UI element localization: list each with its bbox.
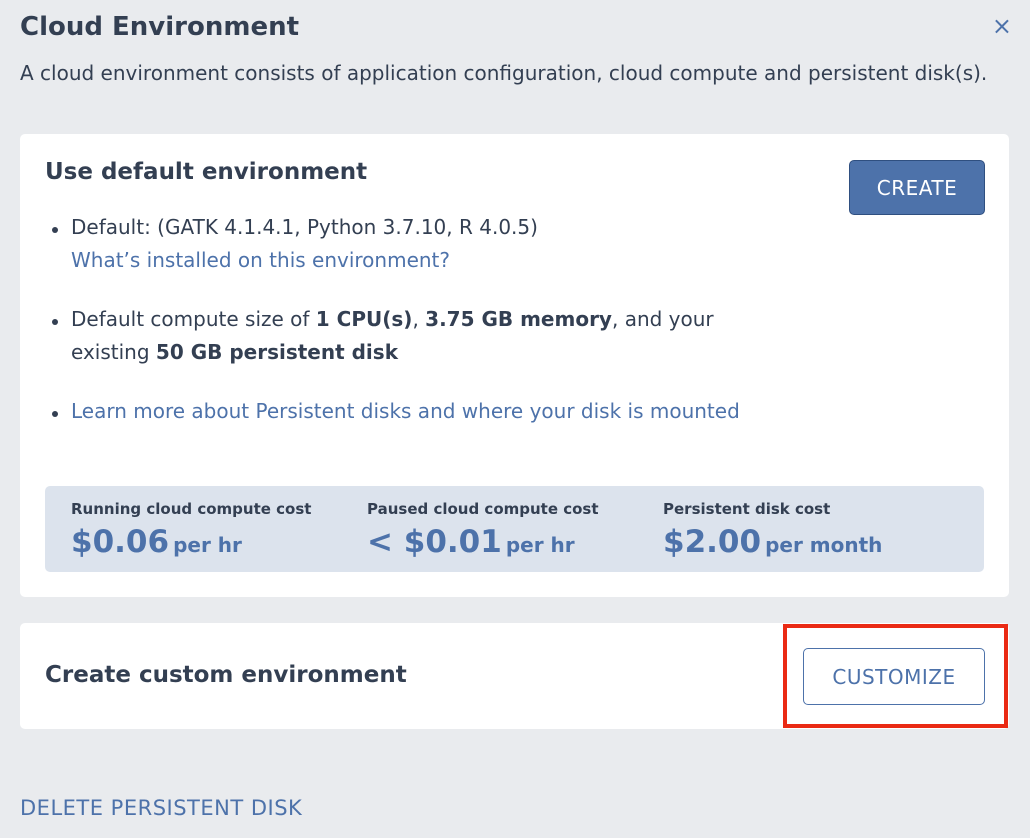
- disk-cost-value: $2.00 per month: [663, 524, 882, 560]
- custom-environment-title: Create custom environment: [45, 662, 407, 688]
- paused-cost-value: < $0.01 per hr: [367, 524, 599, 560]
- default-config-item: Default: (GATK 4.1.4.1, Python 3.7.10, R…: [45, 211, 745, 277]
- paused-cost-amount: < $0.01: [367, 524, 502, 560]
- default-config-text: Default: (GATK 4.1.4.1, Python 3.7.10, R…: [71, 215, 538, 239]
- disk-cost-label: Persistent disk cost: [663, 500, 831, 518]
- compute-size-separator: ,: [412, 307, 426, 331]
- compute-size-prefix: Default compute size of: [71, 307, 316, 331]
- close-icon[interactable]: ×: [992, 14, 1012, 38]
- persistent-disk-info-item: Learn more about Persistent disks and wh…: [45, 395, 745, 428]
- running-cost-unit: per hr: [173, 533, 242, 557]
- running-cost: Running cloud compute cost $0.06 per hr: [71, 500, 311, 560]
- learn-more-persistent-disk-link[interactable]: Learn more about Persistent disks and wh…: [71, 399, 740, 423]
- paused-cost-label: Paused cloud compute cost: [367, 500, 599, 518]
- custom-environment-card: Create custom environment CUSTOMIZE: [20, 623, 1009, 729]
- paused-cost: Paused cloud compute cost < $0.01 per hr: [367, 500, 599, 560]
- disk-value: 50 GB persistent disk: [155, 340, 398, 364]
- environment-details-list: Default: (GATK 4.1.4.1, Python 3.7.10, R…: [45, 211, 745, 428]
- disk-cost-unit: per month: [765, 533, 883, 557]
- running-cost-label: Running cloud compute cost: [71, 500, 312, 518]
- default-environment-card: Use default environment CREATE Default: …: [20, 134, 1009, 597]
- dialog-subtitle: A cloud environment consists of applicat…: [20, 61, 988, 85]
- cpu-value: 1 CPU(s): [315, 307, 413, 331]
- whats-installed-link[interactable]: What’s installed on this environment?: [71, 248, 450, 272]
- compute-size-item: Default compute size of 1 CPU(s), 3.75 G…: [45, 303, 745, 369]
- cost-summary: Running cloud compute cost $0.06 per hr P…: [45, 486, 984, 572]
- running-cost-amount: $0.06: [71, 524, 170, 560]
- create-button[interactable]: CREATE: [849, 160, 985, 215]
- running-cost-value: $0.06 per hr: [71, 524, 311, 560]
- memory-value: 3.75 GB memory: [425, 307, 612, 331]
- default-environment-title: Use default environment: [45, 159, 368, 185]
- disk-cost: Persistent disk cost $2.00 per month: [663, 500, 882, 560]
- dialog-title: Cloud Environment: [20, 12, 300, 42]
- paused-cost-unit: per hr: [505, 533, 575, 557]
- customize-button[interactable]: CUSTOMIZE: [803, 648, 985, 705]
- delete-persistent-disk-link[interactable]: DELETE PERSISTENT DISK: [20, 796, 302, 820]
- disk-cost-amount: $2.00: [663, 524, 762, 560]
